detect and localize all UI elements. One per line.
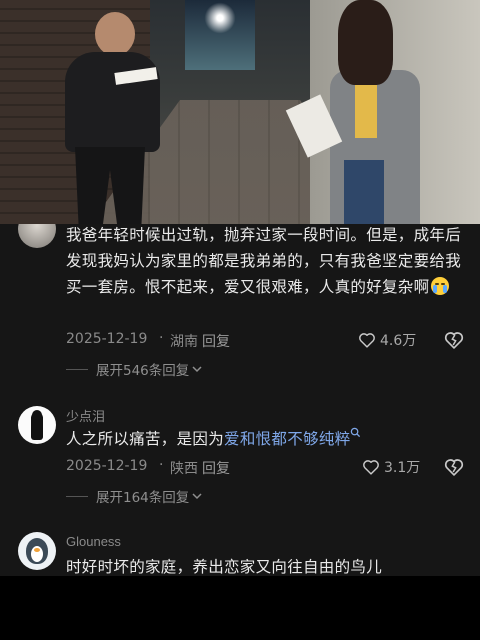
comment-text: 人之所以痛苦，是因为爱和恨都不够纯粹 [66, 426, 468, 452]
expand-replies-button[interactable]: 展开546条回复 [66, 359, 203, 379]
avatar[interactable] [18, 532, 56, 570]
expand-replies-label: 展开546条回复 [96, 363, 190, 379]
reply-button[interactable]: 回复 [202, 458, 230, 478]
crying-face-icon [431, 277, 450, 295]
avatar[interactable] [18, 224, 56, 248]
like-button[interactable]: 4.6万 [358, 329, 416, 351]
heart-icon [359, 333, 375, 348]
woman-figure [285, 0, 420, 224]
comment-region: 湖南 [170, 334, 198, 350]
comment-text: 我爸年轻时候出过轨，抛弃过家一段时间。但是，成年后发现我妈认为家里的都是我弟弟的… [66, 226, 462, 296]
like-button[interactable]: 3.1万 [362, 456, 420, 478]
expand-replies-label: 展开164条回复 [96, 490, 190, 506]
dislike-icon[interactable] [444, 330, 464, 350]
comment-meta: 2025-12-19 · 湖南 回复 4.6万 [66, 329, 466, 351]
search-highlight-link[interactable]: 爱和恨都不够纯粹 [224, 430, 350, 448]
username[interactable]: 少点泪 [66, 406, 105, 425]
comment-date: 2025-12-19 [66, 331, 148, 347]
chevron-down-icon [192, 493, 202, 500]
expand-replies-button[interactable]: 展开164条回复 [66, 486, 203, 506]
reply-button[interactable]: 回复 [202, 331, 230, 351]
avatar[interactable] [18, 406, 56, 444]
divider [66, 368, 88, 370]
like-count: 4.6万 [380, 333, 417, 349]
meta-separator: · [159, 457, 164, 473]
comment-region: 陕西 [170, 461, 198, 477]
street-light [190, 0, 250, 60]
divider [66, 495, 88, 497]
man-figure [55, 12, 170, 224]
comment-meta: 2025-12-19 · 陕西 回复 3.1万 [66, 456, 466, 478]
username[interactable]: Glouness [66, 534, 121, 549]
dislike-icon[interactable] [444, 457, 464, 477]
bottom-blank-area [0, 576, 480, 640]
like-count: 3.1万 [384, 460, 421, 476]
search-icon[interactable] [350, 427, 361, 438]
comment-date: 2025-12-19 [66, 458, 148, 474]
meta-separator: · [159, 330, 164, 346]
comment-list[interactable]: 我爸年轻时候出过轨，抛弃过家一段时间。但是，成年后发现我妈认为家里的都是我弟弟的… [0, 224, 480, 576]
comment-text: 时好时坏的家庭，养出恋家又向往自由的鸟儿 [66, 558, 383, 576]
chevron-down-icon [192, 366, 202, 373]
heart-icon [363, 460, 379, 475]
video-frame[interactable] [0, 0, 480, 224]
